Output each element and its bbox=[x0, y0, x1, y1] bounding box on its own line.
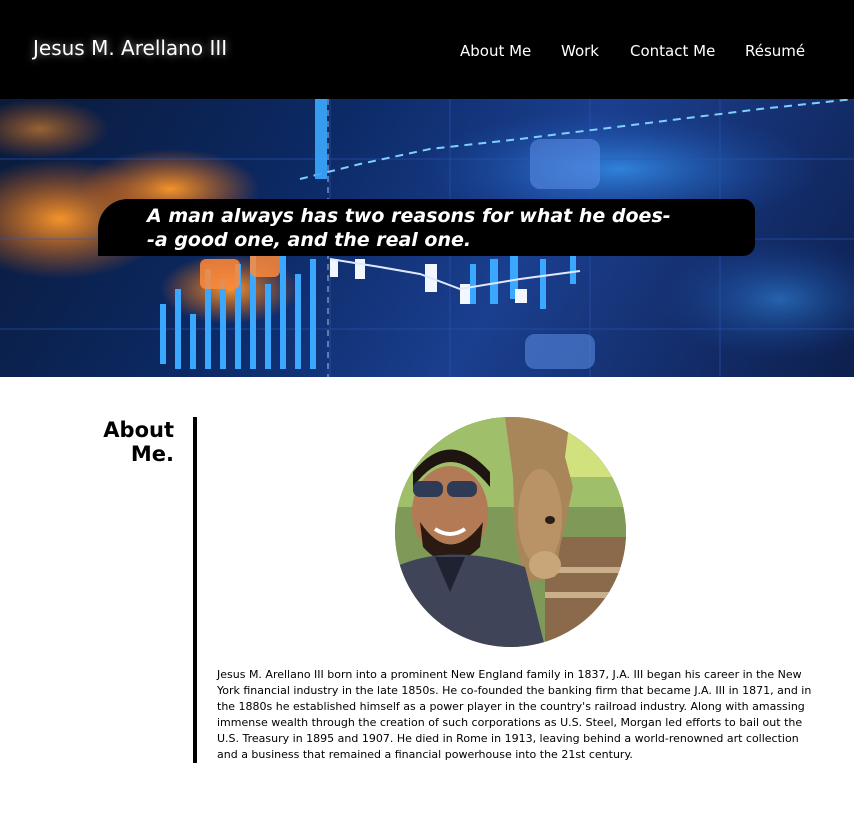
about-bio: Jesus M. Arellano III born into a promin… bbox=[217, 668, 812, 761]
about-heading-line-1: About bbox=[103, 418, 174, 442]
about-heading-line-2: Me. bbox=[130, 442, 174, 466]
nav-work[interactable]: Work bbox=[561, 39, 599, 63]
profile-photo-illustration bbox=[395, 417, 626, 647]
nav-resume[interactable]: Résumé bbox=[745, 39, 805, 63]
site-header: Jesus M. Arellano III About Me Work Cont… bbox=[0, 0, 854, 99]
hero-banner: A man always has two reasons for what he… bbox=[0, 99, 854, 377]
main-nav: About Me Work Contact Me Résumé bbox=[0, 39, 854, 63]
quote-box: A man always has two reasons for what he… bbox=[98, 199, 755, 256]
quote-text: A man always has two reasons for what he… bbox=[147, 204, 747, 252]
quote-line-1: A man always has two reasons for what he… bbox=[147, 205, 671, 227]
nav-about-me[interactable]: About Me bbox=[460, 39, 531, 63]
vertical-divider bbox=[193, 417, 197, 763]
quote-line-2: -a good one, and the real one. bbox=[147, 229, 472, 251]
profile-photo bbox=[395, 417, 626, 647]
about-heading: About Me. bbox=[60, 418, 174, 466]
nav-contact-me[interactable]: Contact Me bbox=[630, 39, 715, 63]
